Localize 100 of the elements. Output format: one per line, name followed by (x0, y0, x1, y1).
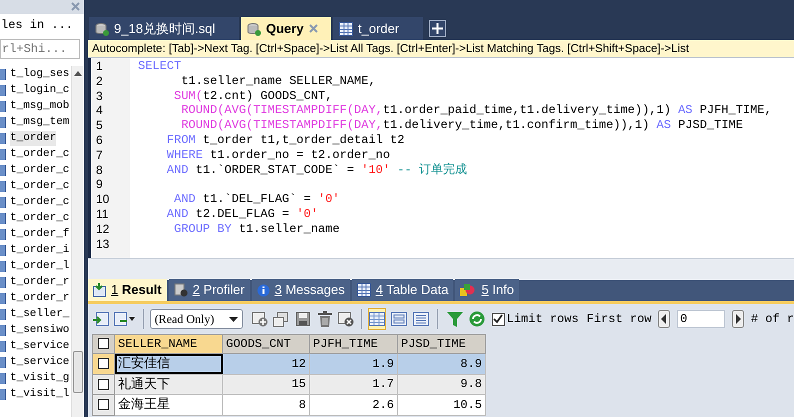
plus-icon (432, 23, 443, 34)
table-item[interactable]: t_order_c (10, 162, 70, 178)
line-number: 7 (95, 148, 104, 163)
table-item[interactable]: t_order_c (10, 146, 70, 162)
autocomplete-hint: Autocomplete: [Tab]->Next Tag. [Ctrl+Space]->List All Tags. [Ctrl+Enter]->List Matching Tags. [Ctrl+Shift+Space]->List (88, 40, 794, 58)
code-line: ROUND(AVG(TIMESTAMPDIFF(DAY,t1.delivery_time,t1.confirm_time)),1) AS PJSD_TIME (180, 118, 743, 132)
table-cell: 金海王星 (114, 394, 222, 415)
table-icon (0, 116, 6, 128)
table-row[interactable]: 汇安佳信 12 1.9 8.9 (92, 354, 486, 374)
result-tab[interactable]: 2 Profiler (168, 279, 250, 301)
table-item[interactable]: t_order_r (10, 274, 70, 290)
table-item[interactable]: t_visit_g (10, 370, 70, 386)
table-item[interactable]: t_order_r (10, 290, 70, 306)
table-item[interactable]: t_login_c (10, 82, 70, 98)
first-row-field[interactable]: 0 (677, 310, 726, 328)
table-item[interactable]: t_log_ses (10, 66, 70, 82)
column-header[interactable]: GOODS_CNT (222, 334, 310, 354)
table-item[interactable]: t_visit_l (10, 386, 70, 402)
grid-view-button[interactable] (368, 308, 386, 330)
line-number: 4 (95, 103, 104, 118)
table-cell: 汇安佳信 (114, 354, 222, 374)
column-header[interactable]: SELLER_NAME (114, 334, 222, 354)
table-item[interactable]: t_order_c (10, 210, 70, 226)
table-icon (0, 340, 6, 352)
table-icon (339, 22, 353, 36)
table-item[interactable]: t_service (10, 354, 70, 370)
result-tab[interactable]: 4 Table Data (352, 279, 454, 301)
table-item[interactable]: t_order (10, 130, 56, 146)
table-icon (0, 324, 6, 336)
line-number: 10 (95, 192, 110, 207)
table-cell: 9.8 (398, 374, 486, 394)
table-row[interactable]: 金海王星 8 2.6 10.5 (92, 394, 486, 415)
table-icon (0, 356, 6, 368)
scroll-up-icon[interactable] (74, 71, 82, 76)
table-icon (0, 100, 6, 112)
table-icon (0, 148, 6, 160)
panel-header: les in ... (0, 17, 74, 34)
rows-label: # of r (750, 311, 794, 328)
code-line: WHERE t1.order_no = t2.order_no (166, 148, 390, 162)
table-icon (0, 68, 6, 80)
profiler-icon (174, 283, 188, 297)
table-cell: 礼通天下 (114, 374, 222, 394)
grid-icon (93, 283, 106, 297)
filter-field[interactable]: rl+Shi... (0, 39, 80, 59)
scroll-thumb[interactable] (73, 351, 83, 393)
new-tab-button[interactable] (429, 20, 446, 37)
table-cell: 1.9 (310, 354, 398, 374)
splitter-bar[interactable] (88, 258, 794, 280)
table-item[interactable]: t_order_l (10, 258, 70, 274)
checkbox[interactable] (98, 378, 109, 390)
limit-rows-label: Limit rows (506, 311, 579, 328)
line-number: 5 (95, 118, 104, 133)
result-tab[interactable]: 1 Result (88, 279, 167, 301)
table-item[interactable]: t_msg_tem (10, 114, 70, 130)
table-cell: 1.7 (310, 374, 398, 394)
line-number: 11 (95, 206, 110, 222)
checkbox[interactable] (98, 358, 109, 370)
table-icon (0, 164, 6, 176)
editor-tab[interactable]: t_order (333, 17, 423, 40)
table-item[interactable]: t_order_c (10, 194, 70, 210)
table-item[interactable]: t_order_i (10, 242, 70, 258)
table-icon (0, 260, 6, 272)
result-tab[interactable]: 5 Info (455, 279, 520, 301)
table-cell: 2.6 (310, 394, 398, 415)
table-item[interactable]: t_service (10, 338, 70, 354)
column-header[interactable]: PJFH_TIME (310, 334, 398, 354)
line-number: 9 (95, 177, 104, 192)
table-item[interactable]: t_seller_ (10, 306, 70, 322)
table-icon (0, 244, 6, 256)
editor-tab[interactable]: Query (241, 17, 331, 40)
checkbox[interactable] (98, 399, 109, 410)
table-icon (0, 308, 6, 320)
table-row[interactable]: 礼通天下 15 1.7 9.8 (92, 374, 486, 394)
table-icon (0, 84, 6, 96)
table-item[interactable]: t_order_c (10, 178, 70, 194)
mode-dropdown[interactable]: (Read Only) (150, 309, 243, 329)
table-item[interactable]: t_order_f (10, 226, 70, 242)
scrollbar[interactable] (71, 66, 83, 417)
table-item[interactable]: t_msg_mob (10, 98, 70, 114)
code-line: FROM t_order t1,t_order_detail t2 (166, 132, 404, 147)
code-line: SELECT (138, 59, 182, 73)
table-cell: 8 (222, 394, 310, 415)
editor-tab[interactable]: 9_18兑换时间.sql (89, 17, 239, 40)
checkbox[interactable] (98, 338, 109, 350)
table-icon (356, 283, 371, 297)
code-line: GROUP BY t1.seller_name (173, 222, 340, 236)
table-cell: 15 (222, 374, 310, 394)
line-number: 12 (95, 222, 110, 237)
column-header[interactable]: PJSD_TIME (398, 334, 486, 354)
next-page-button[interactable] (729, 308, 747, 330)
code-line: ROUND(AVG(TIMESTAMPDIFF(DAY,t1.order_paid_time,t1.delivery_time)),1) AS PJFH_TIME, (180, 103, 772, 118)
result-tab[interactable]: 3 Messages (252, 279, 350, 301)
delete-button[interactable] (316, 308, 334, 330)
table-item[interactable]: t_sensiwo (10, 322, 70, 338)
database-icon (95, 22, 109, 36)
line-number: 1 (95, 59, 104, 74)
table-cell: 8.9 (398, 354, 486, 374)
limit-rows-checkbox[interactable] (492, 312, 505, 326)
code-line: AND t1.`ORDER_STAT_CODE` = '10' -- 订单完成 (166, 162, 467, 177)
code-line: AND t1.`DEL_FLAG` = '0' (173, 192, 340, 206)
